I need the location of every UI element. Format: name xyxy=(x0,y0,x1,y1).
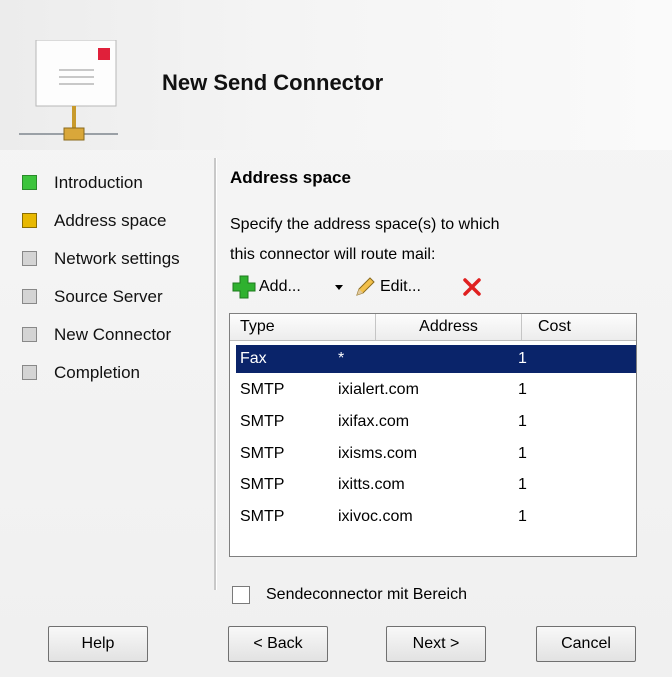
cell-address: ixifax.com xyxy=(338,413,410,430)
mail-connector-icon xyxy=(19,40,118,141)
description-line: this connector will route mail: xyxy=(230,246,436,263)
plus-icon xyxy=(232,275,256,299)
list-row[interactable]: SMTP ixitts.com 1 xyxy=(236,471,636,499)
step-status-icon xyxy=(22,175,37,190)
step-status-icon xyxy=(22,251,37,266)
cell-cost: 1 xyxy=(518,381,527,398)
vertical-divider xyxy=(214,158,217,590)
cell-address: ixisms.com xyxy=(338,445,418,462)
add-dropdown-button[interactable] xyxy=(334,274,344,300)
step-label: New Connector xyxy=(54,325,172,344)
cancel-button[interactable]: Cancel xyxy=(536,626,636,662)
address-space-list[interactable]: Type Address Cost Fax * 1 SMTP ixialert.… xyxy=(229,313,637,557)
cell-type: SMTP xyxy=(240,445,285,462)
cell-type: SMTP xyxy=(240,476,285,493)
step-label: Introduction xyxy=(54,173,143,192)
cell-cost: 1 xyxy=(518,508,527,525)
edit-button[interactable]: Edit... xyxy=(354,274,421,300)
step-label: Source Server xyxy=(54,287,163,306)
add-button[interactable]: Add... xyxy=(232,274,301,300)
step-status-icon xyxy=(22,289,37,304)
cell-address: ixivoc.com xyxy=(338,508,413,525)
column-header-type[interactable]: Type xyxy=(230,314,376,340)
cell-type: SMTP xyxy=(240,508,285,525)
next-button[interactable]: Next > xyxy=(386,626,486,662)
scope-checkbox-label[interactable]: Sendeconnector mit Bereich xyxy=(266,586,467,604)
column-header-address[interactable]: Address xyxy=(376,314,522,340)
cell-type: Fax xyxy=(240,350,267,367)
edit-label: Edit... xyxy=(380,278,421,295)
cell-cost: 1 xyxy=(518,445,527,462)
column-header-cost[interactable]: Cost xyxy=(522,314,636,340)
cell-cost: 1 xyxy=(518,476,527,493)
step-status-icon xyxy=(22,365,37,380)
help-button[interactable]: Help xyxy=(48,626,148,662)
step-label: Address space xyxy=(54,211,167,230)
cell-cost: 1 xyxy=(518,350,527,367)
add-label: Add... xyxy=(259,278,301,295)
cell-address: ixialert.com xyxy=(338,381,419,398)
step-label: Network settings xyxy=(54,249,180,268)
list-row[interactable]: SMTP ixialert.com 1 xyxy=(236,376,636,404)
list-row[interactable]: SMTP ixisms.com 1 xyxy=(236,440,636,468)
list-row[interactable]: SMTP ixifax.com 1 xyxy=(236,408,636,436)
section-description: Specify the address space(s) to which th… xyxy=(230,210,590,270)
pencil-icon xyxy=(356,277,375,296)
list-row[interactable]: Fax * 1 xyxy=(236,345,636,373)
scope-checkbox[interactable] xyxy=(232,586,250,604)
description-line: Specify the address space(s) to which xyxy=(230,216,500,233)
back-button[interactable]: < Back xyxy=(228,626,328,662)
cell-type: SMTP xyxy=(240,413,285,430)
cell-address: * xyxy=(338,350,345,367)
delete-button[interactable] xyxy=(462,274,482,300)
list-row[interactable]: SMTP ixivoc.com 1 xyxy=(236,503,636,531)
step-status-icon xyxy=(22,327,37,342)
dropdown-arrow-icon xyxy=(335,285,343,290)
step-label: Completion xyxy=(54,363,140,382)
cell-address: ixitts.com xyxy=(338,476,405,493)
wizard-title: New Send Connector xyxy=(162,70,384,95)
step-status-icon xyxy=(22,213,37,228)
list-header: Type Address Cost xyxy=(230,314,636,341)
wizard-header: New Send Connector xyxy=(0,0,672,150)
section-title: Address space xyxy=(230,168,351,187)
delete-x-icon xyxy=(463,278,481,296)
cell-cost: 1 xyxy=(518,413,527,430)
cell-type: SMTP xyxy=(240,381,285,398)
